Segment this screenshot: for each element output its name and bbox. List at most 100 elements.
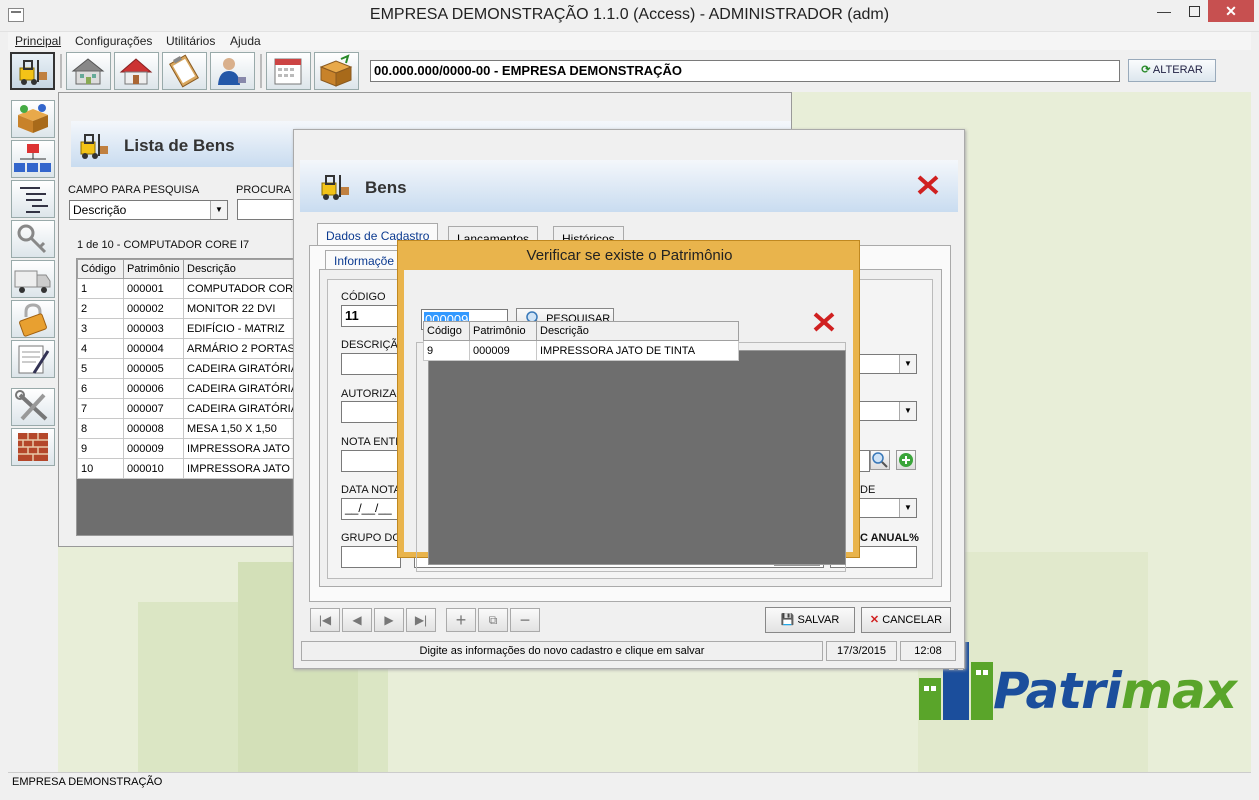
nota-add-button[interactable] [896,450,916,470]
campo-pesquisa-label: CAMPO PARA PESQUISA [68,184,200,196]
alterar-button[interactable]: ⟳ ALTERAR [1128,59,1216,82]
salvar-button[interactable]: 💾 SALVAR [765,607,855,633]
search-icon [872,452,888,468]
cell: 3 [77,318,124,339]
chevron-down-icon: ▼ [899,355,916,373]
clipboard-button[interactable] [162,52,207,90]
col-header-patrimonio[interactable]: Patrimônio [469,321,537,341]
table-row[interactable]: 4 000004 ARMÁRIO 2 PORTAS [77,338,297,359]
house-button[interactable] [114,52,159,90]
sidebar-boxes-button[interactable] [11,100,55,138]
col-header-patrimonio[interactable]: Patrimônio [123,259,184,279]
refresh-icon: ⟳ [1141,64,1151,76]
autorizacao-input[interactable] [341,401,401,423]
right-select-1[interactable]: ▼ [856,354,917,374]
menu-ajuda[interactable]: Ajuda [230,34,261,48]
toolbar-separator [60,54,62,88]
procura-input[interactable] [237,199,297,220]
lista-title: Lista de Bens [124,136,235,155]
keys-icon [17,224,47,254]
add-record-button[interactable]: + [446,608,476,632]
bens-status-time: 12:08 [900,641,956,661]
verificar-patrimonio-dialog: Verificar se existe o Patrimônio 000009 … [397,240,860,572]
sidebar-org-button[interactable] [11,140,55,178]
sidebar-document-button[interactable] [11,340,55,378]
subtab-informacoes[interactable]: Informaçõe [325,250,404,270]
col-header-descricao[interactable]: Descrição [183,259,297,279]
cancelar-button[interactable]: ✕ CANCELAR [861,607,951,633]
chevron-down-icon: ▼ [210,201,227,219]
cell: 6 [77,378,124,399]
delete-record-button[interactable]: − [510,608,540,632]
last-record-button[interactable]: ▶| [406,608,436,632]
chevron-down-icon: ▼ [899,499,916,517]
prev-record-button[interactable]: ◀ [342,608,372,632]
lock-icon [19,303,47,337]
tools-icon [15,390,48,421]
sidebar-lock-button[interactable] [11,300,55,338]
copy-record-button[interactable]: ⧉ [478,608,508,632]
first-record-button[interactable]: |◀ [310,608,340,632]
close-icon[interactable] [812,311,836,333]
table-row[interactable]: 5 000005 CADEIRA GIRATÓRIA [77,358,297,379]
cell: 000009 [469,340,537,361]
campo-pesquisa-select[interactable]: Descrição ▼ [69,200,228,220]
sidebar-bricks-button[interactable] [11,428,55,466]
close-icon[interactable] [916,174,940,196]
table-row[interactable]: 1 000001 COMPUTADOR CORE I [77,278,297,299]
col-header-descricao[interactable]: Descrição [536,321,739,341]
grupo-input[interactable] [341,546,401,568]
table-row[interactable]: 3 000003 EDIFÍCIO - MATRIZ [77,318,297,339]
calendar-icon [274,58,302,85]
nota-search-button[interactable] [870,450,890,470]
table-row[interactable]: 9 000009 IMPRESSORA JATO DE [77,438,297,459]
box-button[interactable] [314,52,359,90]
cell: IMPRESSORA JATO DE [183,458,297,479]
table-row[interactable]: 8 000008 MESA 1,50 X 1,50 [77,418,297,439]
maximize-button[interactable] [1180,0,1206,22]
toolbar-separator [260,54,262,88]
cell: 5 [77,358,124,379]
cell: 7 [77,398,124,419]
cell: COMPUTADOR CORE I [183,278,297,299]
bens-status-date: 17/3/2015 [826,641,897,661]
company-icon [71,58,105,85]
sidebar-keys-button[interactable] [11,220,55,258]
cell: 2 [77,298,124,319]
data-nota-input[interactable]: __/__/__ [341,498,401,520]
sidebar-tools-button[interactable] [11,388,55,426]
table-row[interactable]: 6 000006 CADEIRA GIRATÓRIA [77,378,297,399]
alterar-label: ALTERAR [1152,64,1203,76]
codigo-field[interactable]: 11 [341,305,401,327]
minimize-button[interactable]: — [1150,0,1178,22]
result-table: Código Patrimônio Descrição 9 000009 IMP… [423,321,739,361]
procura-label: PROCURA P [236,184,301,196]
right-label-1: DE [860,484,876,496]
table-row[interactable]: 10 000010 IMPRESSORA JATO DE [77,458,297,479]
table-header-row: Código Patrimônio Descrição [77,259,297,279]
add-icon [899,453,913,467]
col-header-codigo[interactable]: Código [77,259,124,279]
sidebar-tree-button[interactable] [11,180,55,218]
table-row[interactable]: 2 000002 MONITOR 22 DVI [77,298,297,319]
dialog-body: 000009 PESQUISAR Código Patrimônio Descr… [404,270,853,572]
descricao-input[interactable] [341,353,401,375]
truck-icon [14,270,51,293]
next-record-button[interactable]: ▶ [374,608,404,632]
close-button[interactable]: ✕ [1208,0,1254,22]
nota-entrada-input[interactable] [341,450,401,472]
table-row[interactable]: 9 000009 IMPRESSORA JATO DE TINTA [423,340,739,361]
calendar-button[interactable] [266,52,311,90]
table-row[interactable]: 7 000007 CADEIRA GIRATÓRIA [77,398,297,419]
menu-utilitarios[interactable]: Utilitários [166,34,215,48]
bricks-icon [18,433,48,461]
user-button[interactable] [210,52,255,90]
col-header-codigo[interactable]: Código [423,321,470,341]
sidebar-truck-button[interactable] [11,260,55,298]
forklift-button[interactable] [10,52,55,90]
company-button[interactable] [66,52,111,90]
right-select-2[interactable]: ▼ [856,401,917,421]
cell: CADEIRA GIRATÓRIA [183,358,297,379]
menu-principal[interactable]: Principal [15,34,61,48]
menu-configuracoes[interactable]: Configurações [75,34,152,48]
